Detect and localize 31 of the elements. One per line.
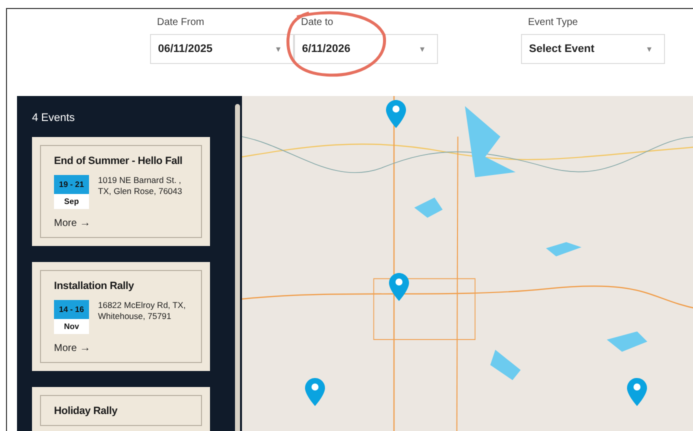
event-days: 14 - 16 [54, 300, 89, 319]
lake [606, 331, 648, 352]
dropdown-field[interactable]: 6/11/2026 ▾ [294, 34, 438, 64]
more-link[interactable]: More → [54, 217, 195, 229]
event-card[interactable]: End of Summer - Hello Fall 19 - 21 Sep 1019 NE Barnard St. , TX, Glen Rose, 76043 More → [32, 137, 210, 246]
event-month: Sep [54, 194, 89, 209]
filter-label: Date From [156, 17, 206, 28]
event-title: End of Summer - Hello Fall [54, 155, 184, 167]
events-count: 4 Events [32, 112, 75, 124]
lake [546, 242, 582, 256]
dropdown-field[interactable]: 06/11/2025 ▾ [150, 34, 294, 64]
event-card[interactable]: Installation Rally 14 - 16 Nov 16822 McElroy Rd, TX, Whitehouse, 75791 More → [32, 262, 210, 371]
event-card[interactable]: Holiday Rally [32, 387, 210, 431]
lake [490, 350, 521, 380]
scrollbar[interactable] [235, 104, 240, 431]
map-pin-icon[interactable] [627, 378, 647, 406]
event-address: 1019 NE Barnard St. , TX, Glen Rose, 76043 [98, 175, 184, 196]
map-pin-icon[interactable] [386, 100, 406, 128]
event-title: Installation Rally [54, 280, 135, 292]
event-days: 19 - 21 [54, 175, 89, 194]
event-title: Holiday Rally [54, 405, 118, 417]
map-pin-icon[interactable] [389, 273, 409, 301]
map-pin-icon[interactable] [305, 378, 325, 406]
filter-label: Date to [300, 17, 334, 28]
more-link[interactable]: More → [54, 342, 195, 354]
dropdown-field[interactable]: Select Event ▾ [521, 34, 665, 64]
event-month: Nov [54, 319, 89, 334]
event-address: 16822 McElroy Rd, TX, Whitehouse, 75791 [98, 300, 187, 322]
filter-label: Event Type [527, 17, 579, 28]
lake [414, 198, 443, 218]
lake [464, 106, 516, 178]
